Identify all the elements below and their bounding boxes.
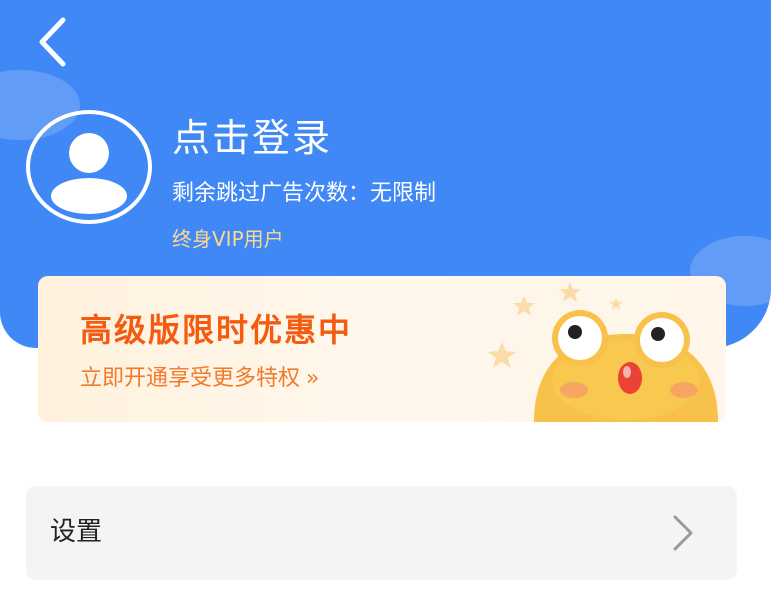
star-icon xyxy=(609,298,623,310)
ad-skip-separator: ： xyxy=(348,181,371,206)
ad-skip-count: 剩余跳过广告次数：无限制 xyxy=(172,178,436,210)
login-prompt[interactable]: 点击登录 xyxy=(172,113,332,163)
back-button[interactable] xyxy=(30,14,74,70)
profile-page: 点击登录 剩余跳过广告次数：无限制 终身VIP用户 高级版限时优惠中 立即开通享… xyxy=(0,0,771,603)
double-chevron-right-icon: » xyxy=(306,366,320,391)
ad-skip-value: 无限制 xyxy=(370,181,437,206)
star-icon xyxy=(559,282,581,302)
settings-label: 设置 xyxy=(50,517,103,547)
mascot-illustration xyxy=(488,282,718,422)
promo-subtitle: 立即开通享受更多特权» xyxy=(80,364,319,394)
user-icon xyxy=(51,133,127,214)
ad-skip-label: 剩余跳过广告次数 xyxy=(172,181,349,206)
membership-status: 终身VIP用户 xyxy=(172,227,284,251)
premium-promo-banner[interactable]: 高级版限时优惠中 立即开通享受更多特权» xyxy=(38,276,726,422)
avatar[interactable] xyxy=(26,110,152,224)
settings-menu-item[interactable]: 设置 xyxy=(26,486,737,580)
chevron-right-icon xyxy=(673,515,693,551)
star-icon xyxy=(513,296,535,316)
chevron-left-icon xyxy=(39,17,66,67)
promo-subtitle-text: 立即开通享受更多特权 xyxy=(80,366,301,391)
promo-title: 高级版限时优惠中 xyxy=(80,311,353,349)
star-icon xyxy=(488,342,516,368)
